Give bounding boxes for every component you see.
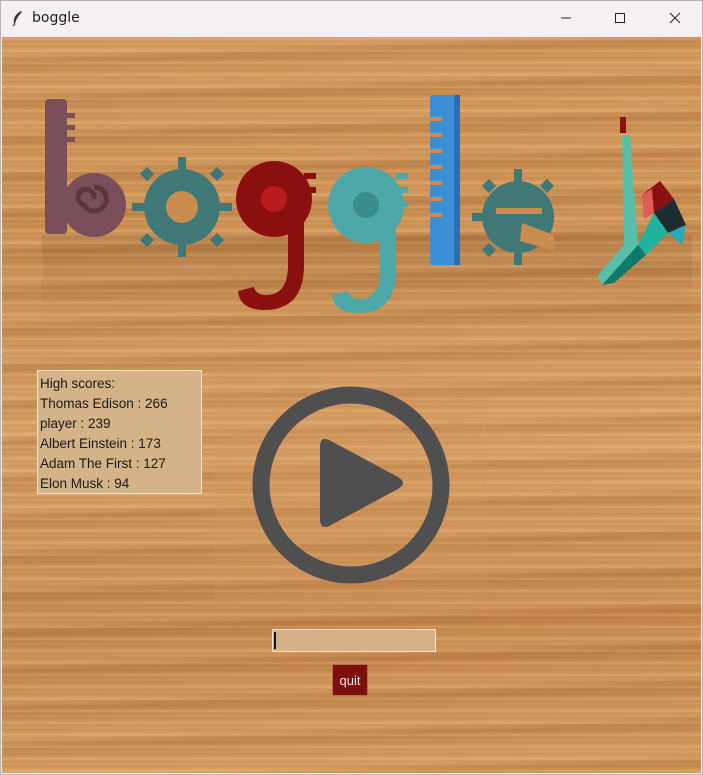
- high-scores-heading: High scores:: [40, 376, 116, 391]
- title-bar: boggle: [1, 1, 702, 37]
- play-icon: [252, 386, 450, 584]
- high-score-entry: Adam The First : 127: [40, 456, 166, 471]
- logo-letter-o: [132, 157, 232, 257]
- minimize-icon: [561, 17, 571, 19]
- maximize-icon: [615, 13, 625, 23]
- name-input[interactable]: [272, 629, 436, 652]
- quit-button[interactable]: quit: [332, 664, 368, 696]
- close-icon: [669, 12, 681, 24]
- logo-letter-b: [45, 99, 126, 237]
- high-score-entry: player : 239: [40, 416, 111, 431]
- boggle-logo: [42, 95, 692, 325]
- text-caret: [274, 632, 276, 649]
- close-button[interactable]: [652, 1, 698, 35]
- feather-icon: [12, 11, 22, 27]
- maximize-button[interactable]: [597, 1, 643, 35]
- window-title: boggle: [32, 10, 80, 26]
- high-score-entry: Albert Einstein : 173: [40, 436, 161, 451]
- high-scores-panel: High scores: Thomas Edison : 266 player …: [37, 370, 202, 494]
- logo-letter-l: [430, 95, 460, 265]
- high-score-entry: Elon Musk : 94: [40, 476, 130, 491]
- high-score-entry: Thomas Edison : 266: [40, 396, 168, 411]
- app-window: boggle High scores: Thomas Edison: 266 …: [0, 0, 703, 775]
- minimize-button[interactable]: [543, 1, 589, 35]
- play-button[interactable]: [214, 369, 487, 601]
- game-canvas: High scores: Thomas Edison : 266 player …: [2, 37, 701, 773]
